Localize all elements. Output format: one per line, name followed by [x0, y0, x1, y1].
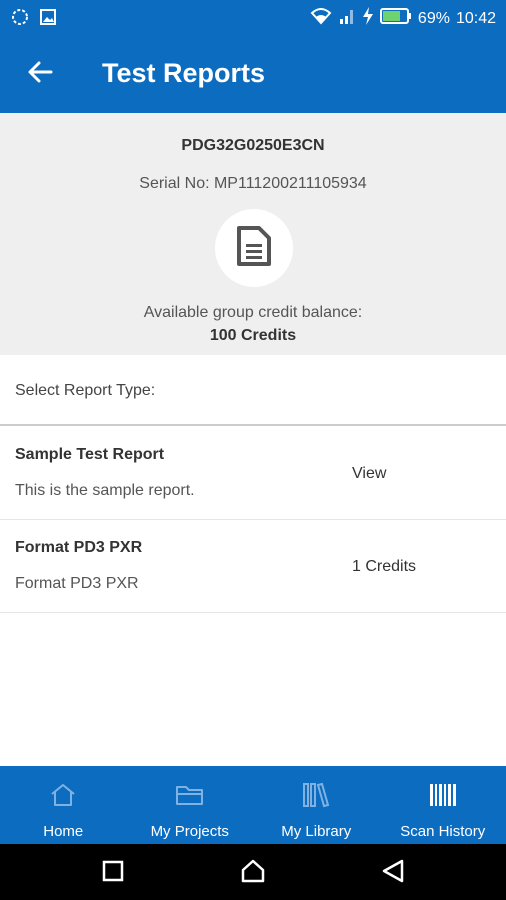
folder-icon — [175, 782, 205, 808]
system-nav-bar — [0, 844, 506, 900]
nav-scan-history[interactable]: Scan History — [380, 766, 506, 844]
nav-scan-history-label: Scan History — [400, 823, 486, 840]
wifi-icon — [310, 6, 332, 31]
home-outline-icon — [239, 857, 267, 890]
arrow-left-icon — [27, 59, 53, 90]
circle-notification-icon — [10, 7, 30, 32]
barcode-icon — [428, 782, 458, 808]
bottom-nav: Home My Projects My Library Scan History — [0, 766, 506, 844]
image-notification-icon — [38, 7, 58, 32]
status-right: 69% 10:42 — [310, 6, 496, 31]
report-credit-cost[interactable]: 1 Credits — [352, 558, 416, 576]
clock: 10:42 — [455, 9, 496, 27]
report-title: Format PD3 PXR — [15, 539, 143, 556]
battery-icon — [379, 7, 412, 30]
report-description: Format PD3 PXR — [15, 575, 139, 592]
nav-my-projects-label: My Projects — [150, 823, 229, 840]
nav-home[interactable]: Home — [0, 766, 127, 844]
credit-balance-label: Available group credit balance: — [143, 304, 363, 321]
triangle-back-icon — [380, 858, 406, 889]
nav-my-library[interactable]: My Library — [253, 766, 380, 844]
select-report-type-label: Select Report Type: — [15, 382, 156, 399]
app-bar: Test Reports — [0, 34, 506, 113]
library-icon — [301, 782, 331, 808]
credit-balance-value: 100 Credits — [209, 327, 297, 344]
report-title: Sample Test Report — [15, 446, 165, 463]
document-icon — [236, 225, 272, 272]
recent-apps-button[interactable] — [98, 858, 128, 888]
charging-icon — [362, 6, 374, 31]
signal-icon — [338, 6, 356, 31]
status-bar: 69% 10:42 — [0, 0, 506, 34]
nav-my-projects[interactable]: My Projects — [127, 766, 254, 844]
select-report-type: Select Report Type: — [0, 355, 506, 426]
home-system-button[interactable] — [238, 858, 268, 888]
status-left-icons — [10, 7, 58, 32]
nav-home-label: Home — [43, 823, 84, 840]
device-panel: PDG32G0250E3CN Serial No: MP111200211105… — [0, 113, 506, 355]
device-serial: Serial No: MP111200211105934 — [139, 175, 367, 192]
back-system-button[interactable] — [378, 858, 408, 888]
back-button[interactable] — [20, 54, 60, 94]
report-row-sample[interactable]: Sample Test Report This is the sample re… — [0, 427, 506, 520]
report-row-pd3-pxr[interactable]: Format PD3 PXR Format PD3 PXR 1 Credits — [0, 520, 506, 613]
square-icon — [101, 859, 125, 888]
document-badge — [215, 209, 293, 287]
page-title: Test Reports — [102, 58, 266, 88]
battery-percent: 69% — [417, 9, 450, 27]
nav-my-library-label: My Library — [281, 823, 352, 840]
view-report-button[interactable]: View — [352, 465, 386, 483]
device-model: PDG32G0250E3CN — [181, 137, 325, 154]
report-description: This is the sample report. — [15, 482, 195, 499]
home-icon — [49, 782, 77, 808]
